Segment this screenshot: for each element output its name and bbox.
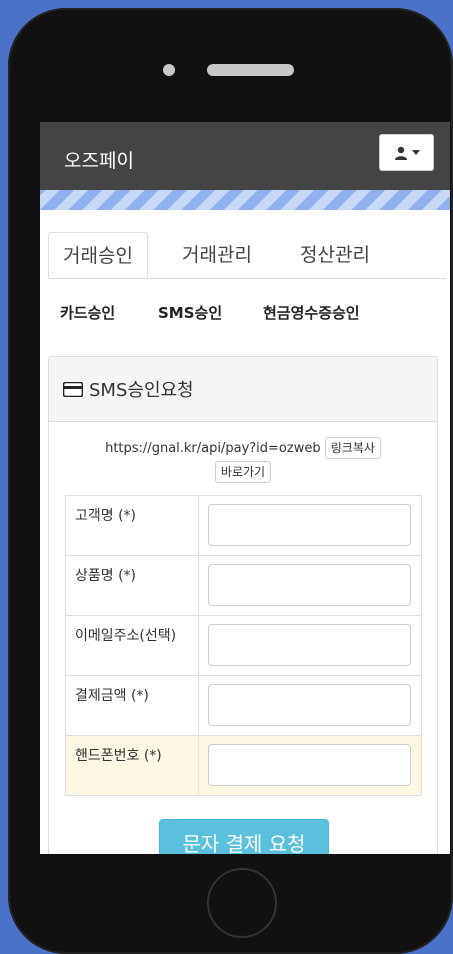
go-shortcut-button[interactable]: 바로가기 bbox=[214, 461, 272, 483]
subnav-sms-approval[interactable]: SMS승인 bbox=[158, 302, 222, 323]
tab-transaction-approval[interactable]: 거래승인 bbox=[48, 232, 148, 278]
customer-name-label: 고객명 (*) bbox=[65, 495, 199, 556]
product-name-input[interactable] bbox=[208, 564, 411, 606]
phone-label: 핸드폰번호 (*) bbox=[65, 735, 199, 796]
email-input[interactable] bbox=[208, 624, 411, 666]
phone-input[interactable] bbox=[208, 744, 411, 786]
phone-screen: 오즈페이 거래승인 거래관리 정산관리 카드승인 SMS승인 현금영수증승인 S… bbox=[40, 122, 450, 854]
decorative-stripe bbox=[40, 190, 450, 210]
form-row-email: 이메일주소(선택) bbox=[65, 615, 422, 676]
phone-frame: 오즈페이 거래승인 거래관리 정산관리 카드승인 SMS승인 현금영수증승인 S… bbox=[8, 8, 453, 954]
camera-dot bbox=[163, 64, 175, 76]
copy-link-button[interactable]: 링크복사 bbox=[324, 437, 381, 459]
payment-link-row: https://gnal.kr/api/pay?id=ozweb 링크복사 바로… bbox=[49, 437, 437, 485]
form-row-phone: 핸드폰번호 (*) bbox=[65, 735, 422, 796]
sms-payment-request-button[interactable]: 문자 결제 요청 bbox=[159, 819, 329, 854]
form-row-product-name: 상품명 (*) bbox=[65, 555, 422, 616]
tab-settlement-management[interactable]: 정산관리 bbox=[300, 232, 370, 278]
main-tabs: 거래승인 거래관리 정산관리 bbox=[48, 232, 446, 279]
customer-name-input[interactable] bbox=[208, 504, 411, 546]
product-name-label: 상품명 (*) bbox=[65, 555, 199, 616]
request-form: 고객명 (*) 상품명 (*) 이메일주소(선택) 결제금액 (*) 핸드폰번호… bbox=[65, 495, 422, 796]
subnav-card-approval[interactable]: 카드승인 bbox=[60, 302, 115, 323]
email-label: 이메일주소(선택) bbox=[65, 615, 199, 676]
panel-header: SMS승인요청 bbox=[49, 357, 437, 422]
subnav-cash-receipt-approval[interactable]: 현금영수증승인 bbox=[263, 302, 360, 323]
credit-card-icon bbox=[63, 381, 83, 397]
sms-request-panel: SMS승인요청 https://gnal.kr/api/pay?id=ozweb… bbox=[48, 356, 438, 854]
user-icon bbox=[394, 146, 407, 160]
payment-url: https://gnal.kr/api/pay?id=ozweb bbox=[105, 441, 321, 456]
speaker-slot bbox=[207, 64, 294, 76]
caret-down-icon bbox=[411, 150, 420, 155]
home-button[interactable] bbox=[207, 868, 277, 938]
navbar: 오즈페이 bbox=[40, 122, 450, 190]
amount-input[interactable] bbox=[208, 684, 411, 726]
amount-label: 결제금액 (*) bbox=[65, 675, 199, 736]
form-row-customer-name: 고객명 (*) bbox=[65, 495, 422, 556]
form-row-amount: 결제금액 (*) bbox=[65, 675, 422, 736]
user-menu-button[interactable] bbox=[379, 134, 434, 171]
brand-title[interactable]: 오즈페이 bbox=[64, 146, 134, 173]
panel-title: SMS승인요청 bbox=[89, 380, 194, 401]
tab-transaction-management[interactable]: 거래관리 bbox=[182, 232, 252, 278]
